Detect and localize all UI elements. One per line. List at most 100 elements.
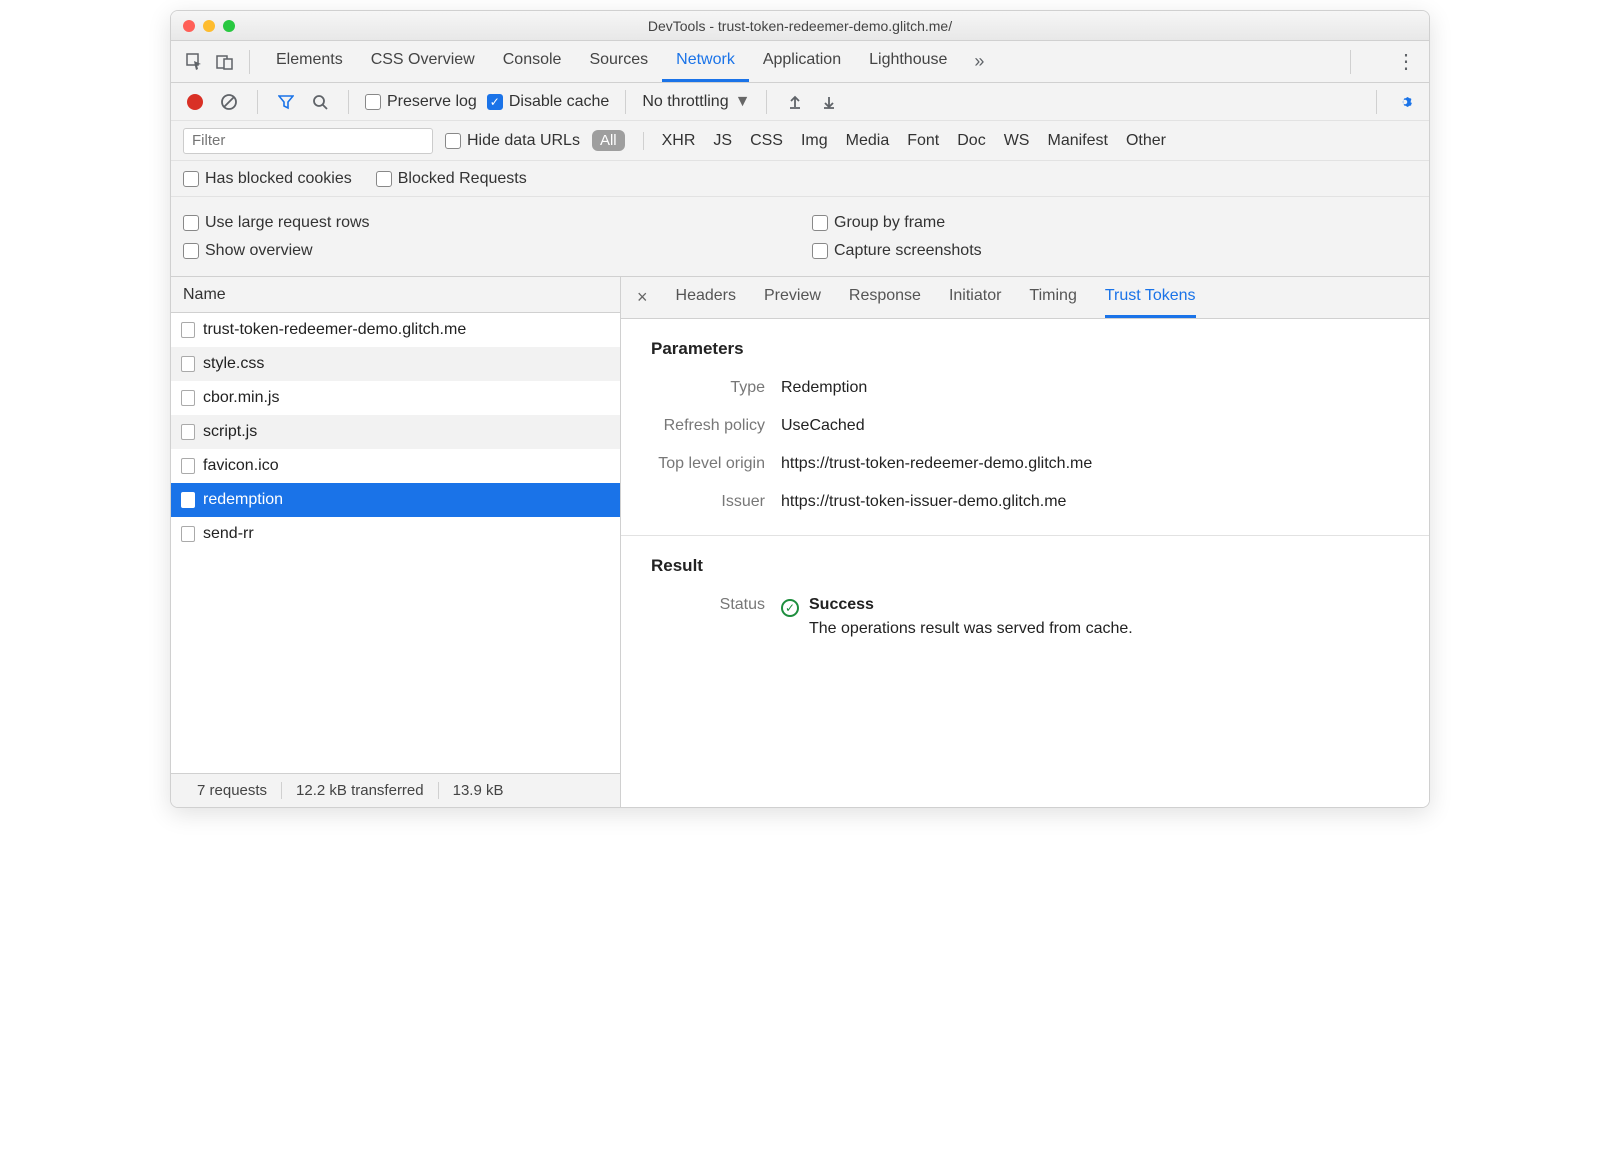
request-name: redemption (203, 491, 283, 509)
status-bar: 7 requests 12.2 kB transferred 13.9 kB (171, 773, 620, 807)
detail-tab-timing[interactable]: Timing (1029, 277, 1076, 318)
request-name: cbor.min.js (203, 389, 279, 407)
filter-input[interactable] (183, 128, 433, 154)
filter-icon[interactable] (274, 90, 298, 114)
file-icon (181, 458, 195, 474)
type-filter-manifest[interactable]: Manifest (1047, 132, 1107, 150)
filter-row: Hide data URLs All XHR JS CSS Img Media Font D… (171, 121, 1429, 161)
type-filter-all[interactable]: All (592, 130, 625, 151)
large-rows-label: Use large request rows (205, 214, 370, 232)
result-message: The operations result was served from ca… (809, 620, 1133, 638)
search-icon[interactable] (308, 90, 332, 114)
request-row[interactable]: cbor.min.js (171, 381, 620, 415)
detail-panel: × Headers Preview Response Initiator Timing T… (621, 277, 1429, 807)
status-resources: 13.9 kB (438, 782, 518, 799)
throttling-value: No throttling (642, 93, 728, 111)
detail-tab-preview[interactable]: Preview (764, 277, 821, 318)
has-blocked-cookies-checkbox[interactable]: Has blocked cookies (183, 170, 352, 188)
record-icon[interactable] (183, 90, 207, 114)
detail-tab-response[interactable]: Response (849, 277, 921, 318)
group-by-frame-checkbox[interactable]: Group by frame (812, 214, 1417, 232)
request-row[interactable]: redemption (171, 483, 620, 517)
file-icon (181, 424, 195, 440)
type-filter-img[interactable]: Img (801, 132, 828, 150)
file-icon (181, 526, 195, 542)
type-filter-ws[interactable]: WS (1004, 132, 1030, 150)
tab-application[interactable]: Application (749, 41, 855, 82)
parameters-title: Parameters (621, 319, 1429, 369)
type-filter-other[interactable]: Other (1126, 132, 1166, 150)
show-overview-label: Show overview (205, 242, 313, 260)
large-rows-checkbox[interactable]: Use large request rows (183, 214, 788, 232)
separator (1350, 50, 1351, 74)
request-row[interactable]: trust-token-redeemer-demo.glitch.me (171, 313, 620, 347)
request-row[interactable]: style.css (171, 347, 620, 381)
detail-tab-headers[interactable]: Headers (676, 277, 736, 318)
clear-icon[interactable] (217, 90, 241, 114)
detail-tab-initiator[interactable]: Initiator (949, 277, 1001, 318)
disable-cache-checkbox[interactable]: Disable cache (487, 93, 610, 111)
upload-icon[interactable] (783, 90, 807, 114)
request-row[interactable]: script.js (171, 415, 620, 449)
hide-data-urls-checkbox[interactable]: Hide data URLs (445, 132, 580, 150)
preserve-log-checkbox[interactable]: Preserve log (365, 93, 477, 111)
status-transferred: 12.2 kB transferred (281, 782, 438, 799)
show-overview-checkbox[interactable]: Show overview (183, 242, 788, 260)
hide-data-urls-label: Hide data URLs (467, 132, 580, 150)
param-value: https://trust-token-issuer-demo.glitch.m… (781, 493, 1066, 511)
kebab-menu-icon[interactable]: ⋮ (1393, 50, 1417, 74)
name-column-header[interactable]: Name (171, 277, 620, 313)
device-toggle-icon[interactable] (213, 50, 237, 74)
separator (766, 90, 767, 114)
blocked-requests-checkbox[interactable]: Blocked Requests (376, 170, 527, 188)
tab-elements[interactable]: Elements (262, 41, 357, 82)
status-value: Success (809, 596, 1133, 614)
file-icon (181, 492, 195, 508)
file-icon (181, 322, 195, 338)
type-filter-css[interactable]: CSS (750, 132, 783, 150)
separator (249, 50, 250, 74)
request-name: script.js (203, 423, 257, 441)
devtools-window: DevTools - trust-token-redeemer-demo.gli… (170, 10, 1430, 808)
status-requests: 7 requests (183, 782, 281, 799)
tab-sources[interactable]: Sources (575, 41, 662, 82)
tab-network[interactable]: Network (662, 41, 749, 82)
request-row[interactable]: favicon.ico (171, 449, 620, 483)
options-row: Use large request rows Show overview Gro… (171, 197, 1429, 277)
type-filter-js[interactable]: JS (713, 132, 732, 150)
detail-tab-trust-tokens[interactable]: Trust Tokens (1105, 277, 1196, 318)
type-filter-media[interactable]: Media (846, 132, 890, 150)
inspect-icon[interactable] (183, 50, 207, 74)
request-name: send-rr (203, 525, 254, 543)
body-split: Name trust-token-redeemer-demo.glitch.me… (171, 277, 1429, 807)
disable-cache-label: Disable cache (509, 93, 610, 111)
file-icon (181, 390, 195, 406)
has-blocked-cookies-label: Has blocked cookies (205, 170, 352, 188)
settings-icon[interactable] (1363, 50, 1387, 74)
file-icon (181, 356, 195, 372)
capture-screenshots-checkbox[interactable]: Capture screenshots (812, 242, 1417, 260)
tab-css-overview[interactable]: CSS Overview (357, 41, 489, 82)
capture-screenshots-label: Capture screenshots (834, 242, 982, 260)
type-filter-font[interactable]: Font (907, 132, 939, 150)
request-row[interactable]: send-rr (171, 517, 620, 551)
close-detail-icon[interactable]: × (631, 287, 654, 308)
tab-console[interactable]: Console (489, 41, 576, 82)
tab-lighthouse[interactable]: Lighthouse (855, 41, 961, 82)
param-value: https://trust-token-redeemer-demo.glitch… (781, 455, 1092, 473)
param-value: UseCached (781, 417, 865, 435)
request-name: trust-token-redeemer-demo.glitch.me (203, 321, 466, 339)
more-tabs-icon[interactable]: » (967, 50, 991, 74)
window-title: DevTools - trust-token-redeemer-demo.gli… (171, 18, 1429, 34)
param-key: Issuer (621, 493, 781, 511)
type-filter-xhr[interactable]: XHR (662, 132, 696, 150)
request-list-panel: Name trust-token-redeemer-demo.glitch.me… (171, 277, 621, 807)
throttling-select[interactable]: No throttling ▼ (642, 93, 750, 111)
blocked-requests-label: Blocked Requests (398, 170, 527, 188)
type-filter-doc[interactable]: Doc (957, 132, 985, 150)
download-icon[interactable] (817, 90, 841, 114)
separator (348, 90, 349, 114)
network-settings-icon[interactable] (1393, 90, 1417, 114)
titlebar: DevTools - trust-token-redeemer-demo.gli… (171, 11, 1429, 41)
separator (257, 90, 258, 114)
